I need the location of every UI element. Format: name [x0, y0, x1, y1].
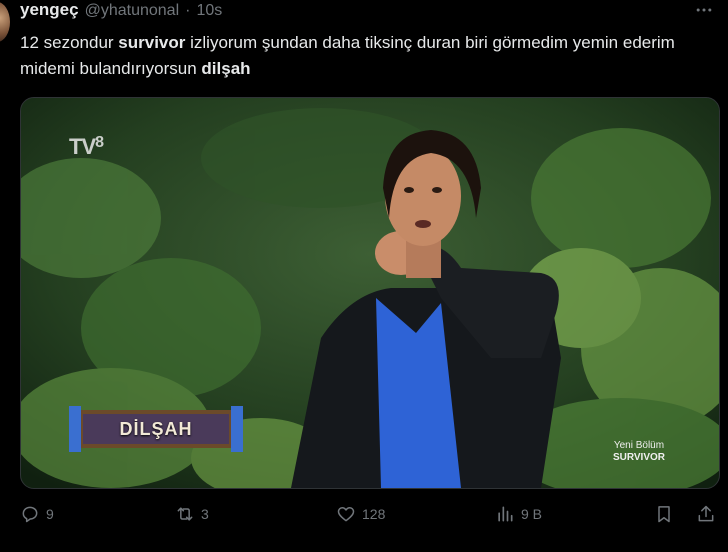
separator-dot: ·	[185, 2, 191, 19]
tv-logo-number: 8	[95, 134, 104, 151]
corner-line-2: SURVIVOR	[612, 452, 665, 463]
avatar[interactable]	[0, 2, 10, 42]
text-part: 12 sezondur	[20, 33, 119, 52]
user-handle[interactable]: @yhatunonal	[85, 2, 180, 20]
timestamp[interactable]: 10s	[196, 2, 222, 20]
views-count: 9 B	[521, 506, 543, 522]
views-button[interactable]: 9 B	[495, 504, 542, 524]
reply-count: 9	[46, 506, 54, 522]
bookmark-button[interactable]	[654, 504, 674, 524]
corner-line-1: Yeni Bölüm	[613, 440, 665, 451]
tweet-header: yengeç @yhatunonal · 10s	[20, 0, 222, 22]
views-icon	[498, 506, 513, 522]
repost-count: 3	[201, 506, 209, 522]
tweet-media-image[interactable]: TV8 DİLŞAH Yeni Bölüm SURVIVOR	[20, 97, 720, 489]
tweet-text: 12 sezondur survivor izliyorum şundan da…	[20, 30, 710, 82]
action-bar: 9 3 128 9 B	[20, 504, 716, 530]
bookmark-icon	[658, 506, 670, 523]
share-button[interactable]	[696, 504, 716, 524]
nameplate-label: DİLŞAH	[119, 418, 193, 439]
heart-icon	[337, 507, 355, 522]
like-button[interactable]: 128	[336, 504, 385, 524]
tv8-watermark: TV8	[69, 134, 104, 160]
corner-badge: Yeni Bölüm SURVIVOR	[613, 440, 665, 464]
like-count: 128	[362, 506, 386, 522]
tv-logo-text: TV	[69, 134, 96, 159]
text-bold-dilsah: dilşah	[201, 59, 251, 78]
share-icon	[698, 505, 714, 522]
more-icon[interactable]	[694, 0, 714, 25]
repost-button[interactable]: 3	[175, 504, 209, 524]
text-bold-survivor: survivor	[118, 33, 186, 52]
repost-icon	[177, 507, 193, 521]
nameplate: DİLŞAH	[75, 406, 237, 452]
reply-button[interactable]: 9	[20, 504, 54, 524]
reply-icon	[22, 506, 38, 523]
display-name[interactable]: yengeç	[20, 0, 79, 20]
